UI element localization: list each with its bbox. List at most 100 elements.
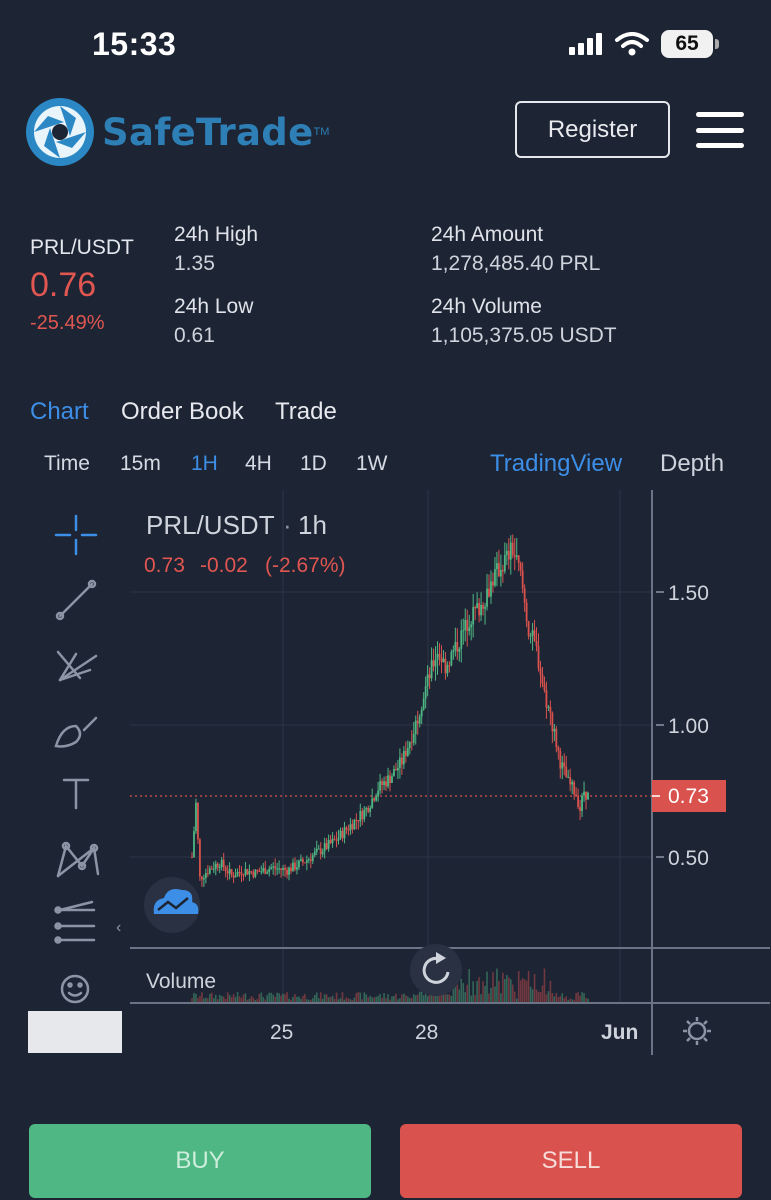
- volume-bar: [446, 994, 449, 1002]
- candle-body: [385, 781, 387, 787]
- volume-bar: [405, 995, 407, 1002]
- candle-body: [256, 870, 259, 872]
- candle-body: [353, 819, 356, 830]
- candle-body: [561, 762, 564, 769]
- volume-bar: [274, 996, 276, 1002]
- volume-bar: [252, 997, 255, 1002]
- volume-bar: [331, 995, 334, 1002]
- volume-bar: [418, 991, 421, 1002]
- ticker-change: -25.49%: [30, 312, 105, 334]
- volume-bar: [218, 994, 221, 1002]
- text-tool-icon[interactable]: [62, 778, 90, 810]
- tradingview-toggle[interactable]: TradingView: [490, 450, 622, 478]
- collapse-toolbar-icon[interactable]: ‹: [116, 919, 121, 936]
- volume-bar: [498, 981, 500, 1002]
- volume-bar: [298, 996, 300, 1002]
- interval-4h[interactable]: 4H: [245, 452, 272, 476]
- interval-1w[interactable]: 1W: [356, 452, 388, 476]
- candle-body: [226, 871, 229, 874]
- brush-icon[interactable]: [54, 716, 98, 748]
- tradingview-logo-button[interactable]: [144, 877, 200, 933]
- volume-bar: [232, 994, 235, 1002]
- volume-bar: [492, 972, 494, 1002]
- candle-body: [517, 555, 520, 564]
- register-button[interactable]: Register: [515, 101, 670, 158]
- safetrade-logo[interactable]: SafeTrade TM: [24, 96, 329, 168]
- candle-body: [543, 683, 546, 691]
- candle-body: [357, 820, 360, 822]
- volume-bar: [345, 997, 348, 1002]
- candle-body: [551, 712, 554, 732]
- candle-body: [274, 866, 277, 869]
- emoji-icon[interactable]: [60, 974, 90, 1004]
- volume-bar: [448, 994, 451, 1002]
- volume-bar: [482, 981, 484, 1002]
- candle-body: [315, 848, 318, 852]
- volume-bar: [333, 998, 336, 1002]
- interval-1d[interactable]: 1D: [300, 452, 327, 476]
- candle-body: [521, 570, 524, 589]
- reset-chart-button[interactable]: [410, 944, 462, 996]
- volume-bar: [260, 992, 263, 1002]
- volume-bar: [565, 996, 568, 1002]
- volume-bar: [549, 980, 552, 1002]
- candle-body: [199, 839, 201, 877]
- candle-body: [434, 659, 437, 667]
- candle-body: [193, 831, 195, 858]
- volume-bar: [458, 989, 461, 1002]
- interval-15m[interactable]: 15m: [120, 452, 161, 476]
- candle-body: [290, 867, 292, 872]
- pitchfork-icon[interactable]: [56, 650, 98, 682]
- menu-icon[interactable]: [696, 112, 744, 148]
- volume-bar: [381, 997, 383, 1002]
- candle-body: [408, 742, 411, 749]
- buy-button[interactable]: BUY: [29, 1124, 371, 1198]
- candle-body: [343, 827, 346, 839]
- volume-bar: [349, 999, 352, 1002]
- candle-body: [452, 650, 455, 653]
- candle-body: [242, 874, 245, 876]
- volume-bar: [290, 999, 292, 1002]
- candle-body: [412, 733, 415, 743]
- tab-chart[interactable]: Chart: [30, 398, 89, 426]
- volume-bar: [201, 992, 203, 1002]
- pattern-icon[interactable]: [56, 841, 100, 878]
- candle-body: [345, 827, 348, 830]
- interval-time[interactable]: Time: [44, 452, 90, 476]
- volume-bar: [323, 994, 326, 1002]
- candlestick-series: [191, 534, 589, 887]
- chart-settings-icon[interactable]: [683, 1017, 711, 1045]
- volume-bar: [553, 996, 556, 1002]
- volume-bar: [515, 998, 518, 1002]
- volume-bar: [347, 998, 350, 1002]
- measure-icon[interactable]: [54, 900, 96, 944]
- volume-bar: [585, 998, 587, 1002]
- volume-bar: [533, 973, 536, 1002]
- tab-order-book[interactable]: Order Book: [121, 398, 244, 426]
- price-tick-1-50: 1.50: [668, 582, 709, 605]
- candle-body: [349, 824, 352, 831]
- crosshair-icon[interactable]: [54, 514, 98, 556]
- candle-body: [456, 642, 459, 652]
- stat-label-high: 24h High: [174, 223, 259, 246]
- candle-body: [523, 588, 526, 603]
- candle-body: [501, 569, 504, 572]
- depth-toggle[interactable]: Depth: [660, 450, 724, 478]
- candle-body: [492, 581, 494, 586]
- candle-body: [482, 604, 484, 609]
- volume-bar: [523, 979, 526, 1002]
- candle-body: [440, 657, 443, 663]
- sell-button[interactable]: SELL: [400, 1124, 742, 1198]
- trend-line-icon[interactable]: [55, 579, 97, 621]
- interval-1h[interactable]: 1H: [191, 452, 218, 476]
- candle-body: [547, 706, 550, 708]
- candle-body: [515, 555, 518, 557]
- volume-bar: [521, 978, 524, 1002]
- volume-bar: [383, 993, 385, 1002]
- volume-bar: [311, 998, 314, 1002]
- tab-trade[interactable]: Trade: [275, 398, 337, 426]
- candle-body: [519, 563, 522, 571]
- candle-body: [250, 871, 253, 873]
- price-chart[interactable]: ‹ PRL/USDT · 1h 0.73 -0.02 (-2.67%) 1.50…: [0, 490, 771, 1070]
- candle-body: [292, 862, 294, 872]
